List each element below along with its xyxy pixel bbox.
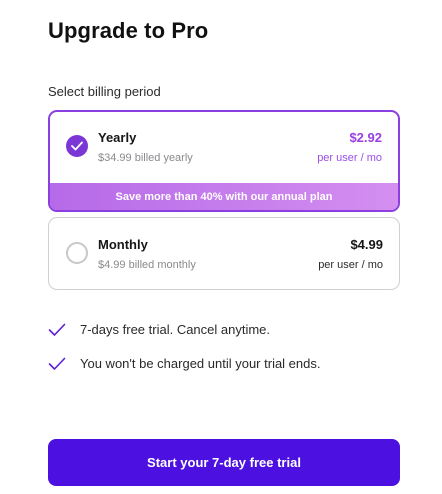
plan-price: $2.92 <box>349 130 382 145</box>
plan-name: Monthly <box>98 237 148 252</box>
plan-billed-text: $4.99 billed monthly <box>98 259 196 271</box>
feature-item: You won't be charged until your trial en… <box>48 356 321 371</box>
radio-selected-icon[interactable] <box>66 135 88 157</box>
savings-banner: Save more than 40% with our annual plan <box>50 183 398 210</box>
feature-item: 7-days free trial. Cancel anytime. <box>48 322 270 337</box>
plan-price-unit: per user / mo <box>317 152 382 164</box>
plan-price: $4.99 <box>350 237 383 252</box>
feature-text: 7-days free trial. Cancel anytime. <box>80 322 271 337</box>
page-title: Upgrade to Pro <box>48 18 209 43</box>
check-icon <box>48 357 66 370</box>
plan-name: Yearly <box>98 130 137 145</box>
plan-option-yearly[interactable]: Yearly $34.99 billed yearly $2.92 per us… <box>48 110 400 212</box>
start-trial-button[interactable]: Start your 7-day free trial <box>48 439 400 486</box>
feature-text: You won't be charged until your trial en… <box>80 356 321 371</box>
radio-unselected-icon[interactable] <box>66 242 88 264</box>
check-icon <box>71 141 83 151</box>
billing-period-label: Select billing period <box>48 84 161 99</box>
plan-option-monthly[interactable]: Monthly $4.99 billed monthly $4.99 per u… <box>48 217 400 290</box>
check-icon <box>48 323 66 336</box>
plan-price-unit: per user / mo <box>318 259 383 271</box>
plan-billed-text: $34.99 billed yearly <box>98 152 193 164</box>
